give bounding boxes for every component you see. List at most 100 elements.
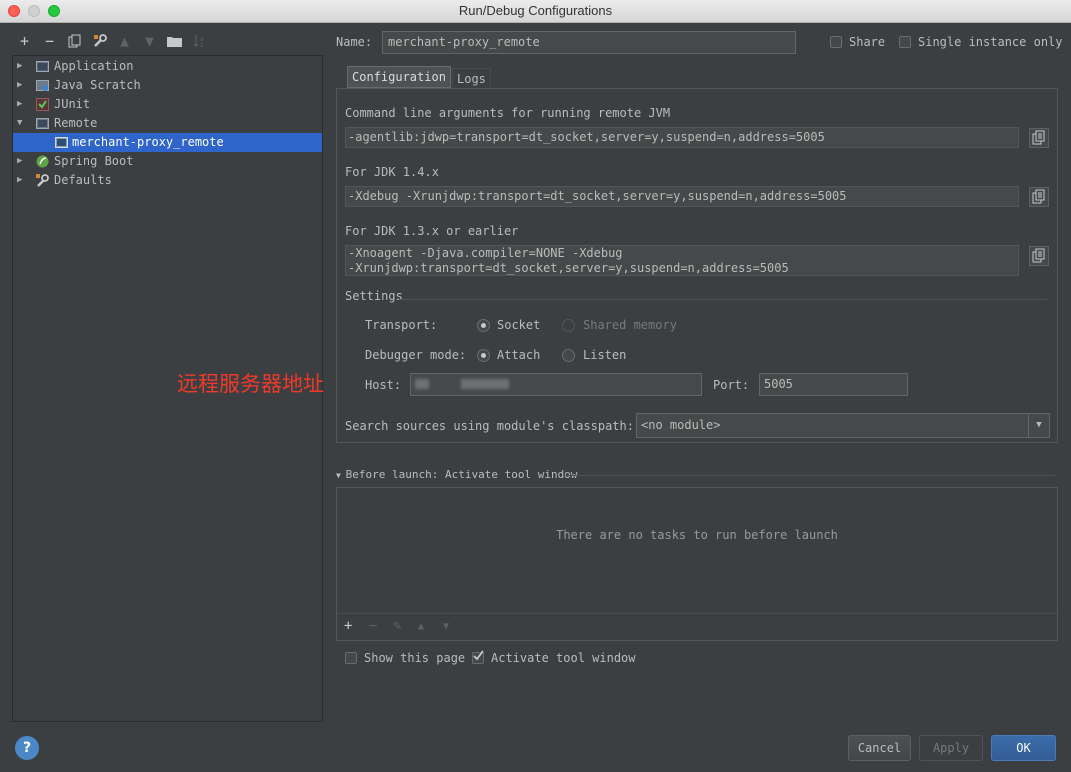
spring-boot-icon bbox=[36, 155, 49, 168]
activate-tool-window-label: Activate tool window bbox=[491, 651, 636, 665]
host-label: Host: bbox=[365, 378, 402, 392]
module-select[interactable]: <no module> ▼ bbox=[636, 413, 1050, 438]
copy-icon[interactable] bbox=[62, 30, 87, 52]
cancel-button[interactable]: Cancel bbox=[848, 735, 911, 761]
before-launch-toolbar: + − ✎ ▲ ▼ bbox=[337, 613, 1057, 640]
listen-label: Listen bbox=[583, 348, 627, 362]
collapse-arrow-icon: ▼ bbox=[336, 471, 346, 480]
tree-item-defaults[interactable]: ▶ Defaults bbox=[13, 171, 322, 190]
show-this-page-checkbox[interactable] bbox=[345, 652, 357, 664]
jdk14-field[interactable]: -Xdebug -Xrunjdwp:transport=dt_socket,se… bbox=[345, 186, 1019, 207]
help-button[interactable]: ? bbox=[15, 736, 39, 760]
port-input[interactable]: 5005 bbox=[759, 373, 908, 396]
jdk13-line-1: -Xnoagent -Djava.compiler=NONE -Xdebug bbox=[348, 246, 623, 260]
move-up-icon[interactable]: ▲ bbox=[418, 621, 424, 632]
before-launch-header[interactable]: ▼ Before launch: Activate tool window bbox=[336, 468, 577, 481]
folder-icon[interactable] bbox=[162, 30, 187, 52]
config-toolbar: + − ▲ ▼ az bbox=[12, 30, 212, 52]
before-launch-list: There are no tasks to run before launch … bbox=[336, 487, 1058, 641]
application-icon bbox=[36, 60, 49, 73]
cmd-args-label: Command line arguments for running remot… bbox=[345, 106, 671, 120]
redacted-host-part bbox=[461, 379, 509, 389]
tab-configuration[interactable]: Configuration bbox=[347, 66, 451, 88]
socket-radio[interactable] bbox=[477, 319, 490, 332]
zoom-window-button[interactable] bbox=[48, 5, 60, 17]
tree-item-junit[interactable]: ▶ JUnit bbox=[13, 95, 322, 114]
settings-separator bbox=[399, 299, 1047, 300]
expand-arrow-icon[interactable]: ▶ bbox=[17, 57, 22, 76]
tree-item-merchant-proxy-remote[interactable]: merchant-proxy_remote bbox=[13, 133, 322, 152]
move-down-icon[interactable]: ▼ bbox=[443, 621, 449, 632]
share-label: Share bbox=[849, 35, 886, 49]
show-this-page-label: Show this page bbox=[364, 651, 466, 665]
add-icon[interactable]: + bbox=[344, 618, 352, 634]
window-title: Run/Debug Configurations bbox=[458, 3, 613, 18]
single-instance-checkbox[interactable] bbox=[899, 36, 911, 48]
before-launch-title: Before launch: Activate tool window bbox=[345, 468, 578, 481]
name-label: Name: bbox=[336, 35, 373, 49]
redacted-host-part bbox=[415, 379, 429, 389]
tree-item-application[interactable]: ▶ Application bbox=[13, 57, 322, 76]
copy-jdk14-button[interactable] bbox=[1029, 187, 1049, 207]
expand-arrow-icon[interactable]: ▶ bbox=[17, 152, 22, 171]
move-down-icon[interactable]: ▼ bbox=[137, 30, 162, 52]
remote-config-icon bbox=[55, 136, 68, 149]
socket-label: Socket bbox=[497, 318, 541, 332]
java-scratch-icon bbox=[36, 79, 49, 92]
shared-memory-label: Shared memory bbox=[583, 318, 677, 332]
minimize-window-button[interactable] bbox=[28, 5, 40, 17]
collapse-arrow-icon[interactable]: ▼ bbox=[17, 114, 22, 133]
jdk13-field[interactable]: -Xnoagent -Djava.compiler=NONE -Xdebug -X… bbox=[345, 245, 1019, 276]
port-label: Port: bbox=[713, 378, 750, 392]
tree-item-label: JUnit bbox=[54, 97, 91, 111]
search-sources-label: Search sources using module's classpath: bbox=[345, 419, 634, 433]
expand-arrow-icon[interactable]: ▶ bbox=[17, 76, 22, 95]
svg-text:z: z bbox=[200, 42, 203, 48]
attach-label: Attach bbox=[497, 348, 541, 362]
checkmark-icon bbox=[473, 650, 484, 661]
debugger-mode-label: Debugger mode: bbox=[365, 348, 467, 362]
host-input[interactable] bbox=[410, 373, 702, 396]
cmd-args-field[interactable]: -agentlib:jdwp=transport=dt_socket,serve… bbox=[345, 127, 1019, 148]
remove-icon[interactable]: − bbox=[369, 618, 377, 634]
chevron-down-icon[interactable]: ▼ bbox=[1028, 414, 1049, 437]
tab-logs[interactable]: Logs bbox=[452, 68, 491, 89]
edit-icon[interactable]: ✎ bbox=[393, 618, 401, 634]
share-checkbox[interactable] bbox=[830, 36, 842, 48]
copy-cmd-args-button[interactable] bbox=[1029, 128, 1049, 148]
tree-item-label: merchant-proxy_remote bbox=[72, 135, 224, 149]
activate-tool-window-checkbox[interactable] bbox=[472, 650, 484, 664]
add-icon[interactable]: + bbox=[12, 30, 37, 52]
jdk13-line-2: -Xrunjdwp:transport=dt_socket,server=y,s… bbox=[348, 261, 789, 275]
before-launch-separator bbox=[564, 475, 1055, 476]
expand-arrow-icon[interactable]: ▶ bbox=[17, 171, 22, 190]
sort-icon[interactable]: az bbox=[187, 30, 212, 52]
apply-button[interactable]: Apply bbox=[919, 735, 983, 761]
move-up-icon[interactable]: ▲ bbox=[112, 30, 137, 52]
window-titlebar: Run/Debug Configurations bbox=[0, 0, 1071, 23]
junit-icon bbox=[36, 98, 49, 111]
tree-item-label: Java Scratch bbox=[54, 78, 141, 92]
tree-item-remote[interactable]: ▼ Remote bbox=[13, 114, 322, 133]
expand-arrow-icon[interactable]: ▶ bbox=[17, 95, 22, 114]
settings-title: Settings bbox=[345, 289, 403, 303]
copy-jdk13-button[interactable] bbox=[1029, 246, 1049, 266]
listen-radio[interactable] bbox=[562, 349, 575, 362]
transport-label: Transport: bbox=[365, 318, 438, 332]
tree-item-spring-boot[interactable]: ▶ Spring Boot bbox=[13, 152, 322, 171]
single-instance-label: Single instance only bbox=[918, 35, 1063, 49]
remove-icon[interactable]: − bbox=[37, 30, 62, 52]
tree-item-label: Spring Boot bbox=[54, 154, 134, 168]
attach-radio[interactable] bbox=[477, 349, 490, 362]
jdk13-label: For JDK 1.3.x or earlier bbox=[345, 224, 519, 238]
name-input[interactable]: merchant-proxy_remote bbox=[382, 31, 796, 54]
tree-item-java-scratch[interactable]: ▶ Java Scratch bbox=[13, 76, 322, 95]
wrench-icon[interactable] bbox=[87, 30, 112, 52]
tree-item-label: Defaults bbox=[54, 173, 112, 187]
module-select-value: <no module> bbox=[641, 418, 721, 432]
close-window-button[interactable] bbox=[8, 5, 20, 17]
tree-item-label: Remote bbox=[54, 116, 98, 130]
shared-memory-radio[interactable] bbox=[562, 319, 575, 332]
tree-item-label: Application bbox=[54, 59, 134, 73]
ok-button[interactable]: OK bbox=[991, 735, 1056, 761]
